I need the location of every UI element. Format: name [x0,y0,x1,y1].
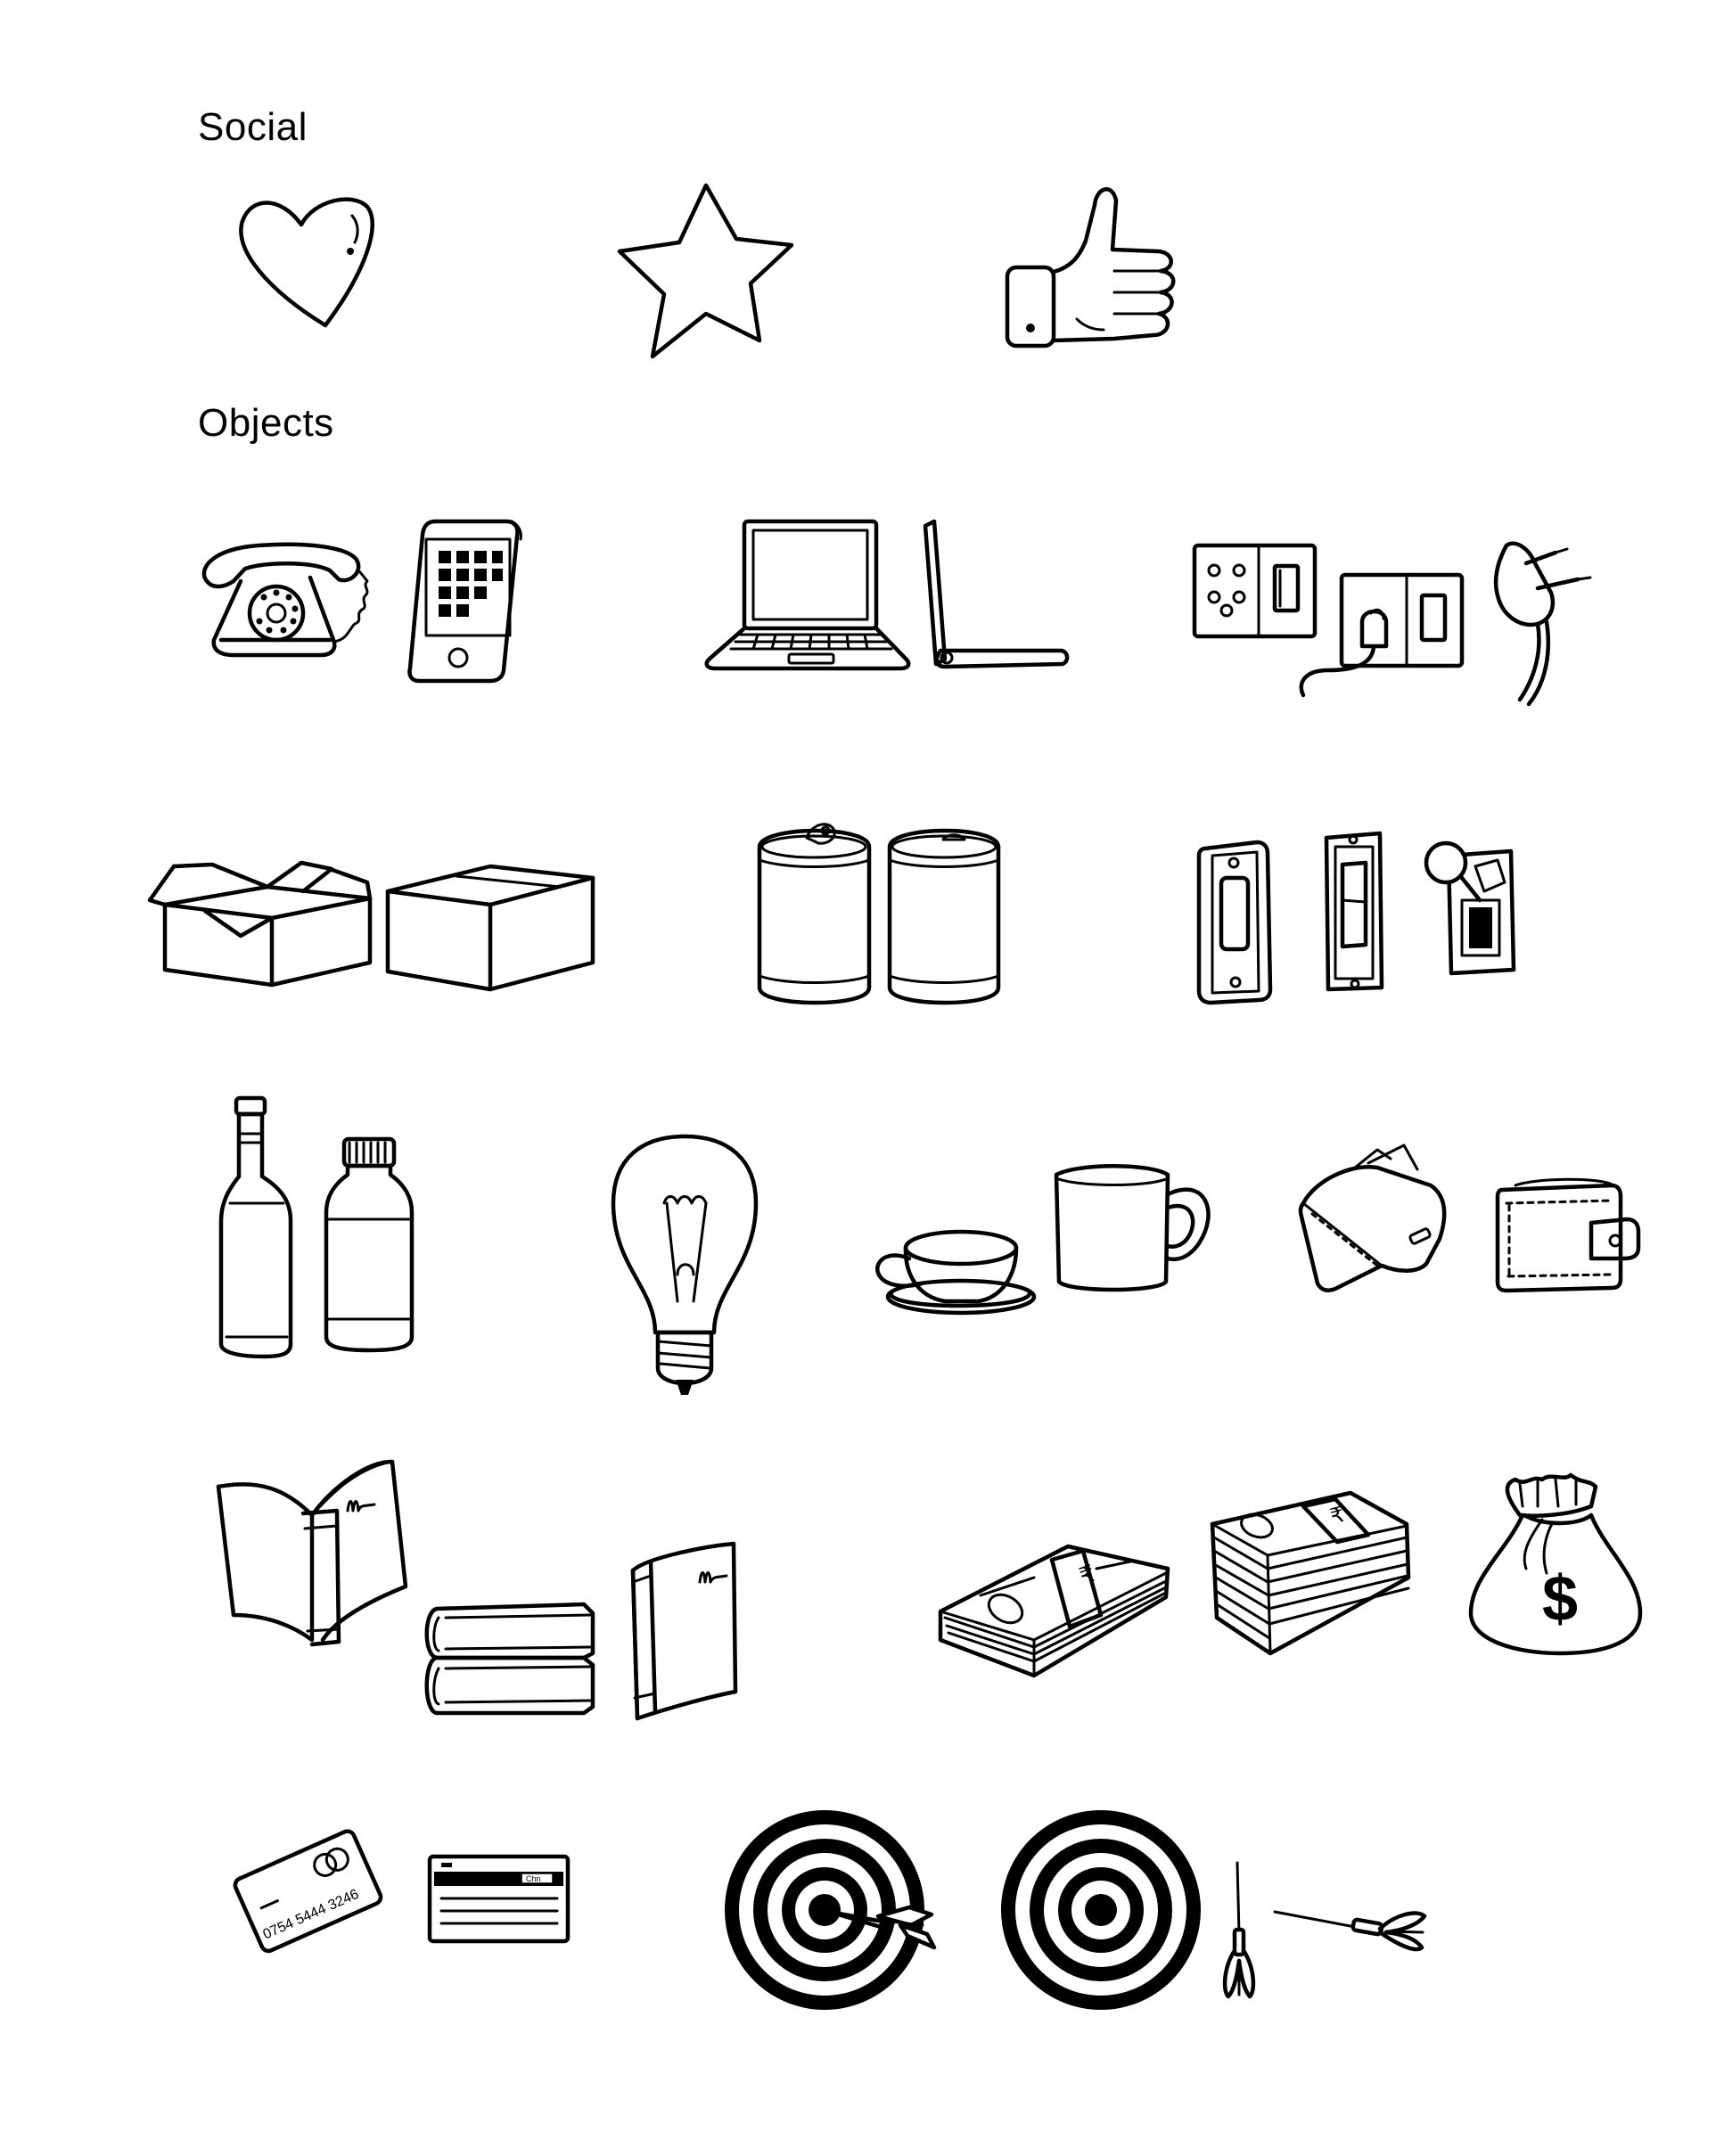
toggle-switch-icon [1424,840,1516,976]
soda-can-icon [887,828,1001,1005]
heart-icon [239,197,374,328]
dollar-symbol: $ [1542,1563,1578,1635]
wine-bottle-icon [218,1095,293,1359]
light-switch-icon [1324,831,1384,992]
laptop-side-icon [923,519,1070,669]
rupee-symbol: ₹ [1076,1560,1099,1590]
laptop-open-icon [704,519,911,671]
soda-can-open-icon [757,823,872,1005]
credit-card-icon: 0754 5444 3246 [233,1829,383,1954]
debit-card-icon: Chn [427,1854,571,1944]
open-box-icon [147,860,373,988]
plugged-socket-icon [1299,572,1465,698]
teacup-icon [875,1229,1037,1316]
water-bottle-icon [324,1136,415,1353]
dart-vertical-icon [1222,1861,1256,1999]
money-bag-dollar-icon: $ [1468,1472,1643,1656]
star-icon [617,183,794,359]
open-book-icon [216,1459,408,1647]
smartphone-icon [407,519,522,684]
dartboard-icon [1001,1810,1201,2010]
stacked-books-icon [424,1602,595,1716]
cash-bundle-rupee-icon: ₹ [1210,1490,1411,1656]
wallet-icon [1495,1177,1641,1293]
rocker-switch-icon [1196,840,1273,1005]
standing-book-icon [630,1541,738,1721]
rotary-telephone-icon [201,542,369,658]
light-bulb-icon [611,1134,759,1395]
power-socket-icon [1192,543,1318,639]
wallet-open-icon [1298,1144,1447,1292]
dart-horizontal-icon [1273,1910,1427,1952]
mug-icon [1054,1164,1211,1292]
card-brand: Chn [526,1874,541,1883]
dartboard-hit-icon [725,1810,937,2010]
power-plug-icon [1493,541,1592,707]
icon-sheet: ₹ ₹ $ 0754 5444 3246 Chn [147,183,1643,2010]
cash-stack-rupee-icon: ₹ [938,1544,1170,1678]
thumbs-up-icon [1005,187,1176,348]
closed-box-icon [385,864,595,992]
